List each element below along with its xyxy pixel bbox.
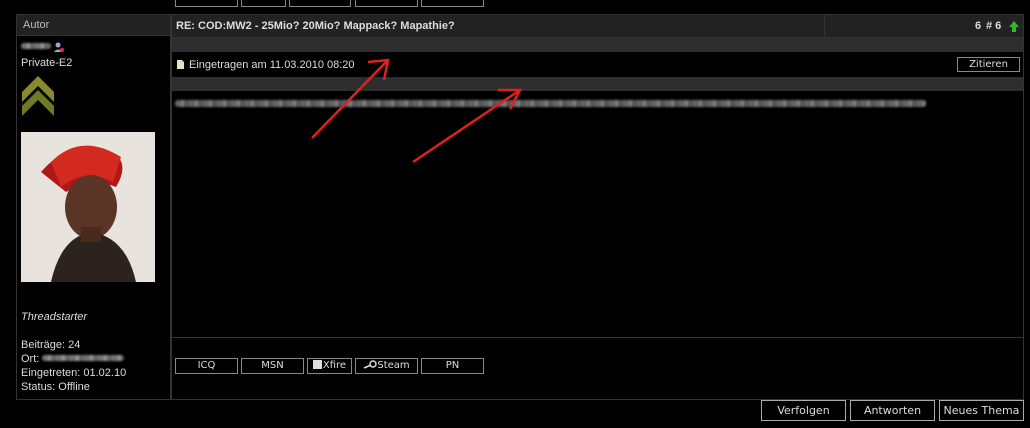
prev-icq-button[interactable] — [175, 0, 238, 7]
icq-button[interactable]: ICQ — [175, 358, 238, 374]
prev-pn-button[interactable] — [421, 0, 484, 7]
username-blurred[interactable] — [21, 43, 51, 49]
user-profile-icon[interactable] — [53, 41, 65, 53]
post-number-count: 6 — [975, 20, 982, 32]
post-number[interactable]: # 6 — [986, 20, 1001, 32]
user-status: Status: Offline — [21, 381, 90, 393]
user-location-label: Ort: — [21, 353, 40, 365]
post-body-blurred — [175, 100, 926, 108]
xfire-icon — [312, 360, 322, 369]
msn-label: MSN — [261, 360, 284, 371]
post-header: RE: COD:MW2 - 25Mio? 20Mio? Mappack? Map… — [171, 14, 1024, 38]
prev-xfire-button[interactable] — [241, 0, 286, 7]
quote-button[interactable]: Zitieren — [957, 57, 1020, 72]
icq-label: ICQ — [197, 360, 216, 371]
user-rank: Private-E2 — [21, 57, 73, 69]
post-column — [171, 14, 1024, 400]
user-joined: Eingetreten: 01.02.10 — [21, 367, 127, 379]
prev-msn-button[interactable] — [355, 0, 418, 7]
steam-icon — [363, 360, 378, 370]
author-header: Autor — [16, 14, 171, 36]
author-header-label: Autor — [23, 19, 50, 31]
xfire-label: Xfire — [322, 360, 347, 371]
user-role: Threadstarter — [21, 311, 88, 323]
rank-chevron-icon — [22, 72, 54, 118]
red-arrow-annotation-right-icon — [412, 88, 523, 164]
xfire-button[interactable]: Xfire — [307, 358, 352, 374]
new-thread-button[interactable]: Neues Thema — [939, 400, 1024, 421]
post-footer-divider — [172, 337, 1023, 338]
post-header-divider — [824, 15, 825, 37]
user-avatar — [21, 132, 155, 282]
red-arrow-annotation-left-icon — [311, 58, 390, 139]
scroll-up-icon[interactable] — [1009, 21, 1019, 32]
user-location-blurred — [42, 355, 124, 361]
pn-label: PN — [445, 360, 460, 371]
prev-steam-button[interactable] — [289, 0, 351, 7]
user-posts: Beiträge: 24 — [21, 339, 81, 351]
pn-button[interactable]: PN — [421, 358, 484, 374]
post-title[interactable]: RE: COD:MW2 - 25Mio? 20Mio? Mappack? Map… — [176, 20, 455, 32]
reply-button[interactable]: Antworten — [850, 400, 935, 421]
post-file-icon — [177, 60, 184, 69]
follow-button[interactable]: Verfolgen — [761, 400, 846, 421]
steam-button[interactable]: Steam — [355, 358, 418, 374]
steam-label: Steam — [377, 360, 410, 371]
msn-button[interactable]: MSN — [241, 358, 304, 374]
